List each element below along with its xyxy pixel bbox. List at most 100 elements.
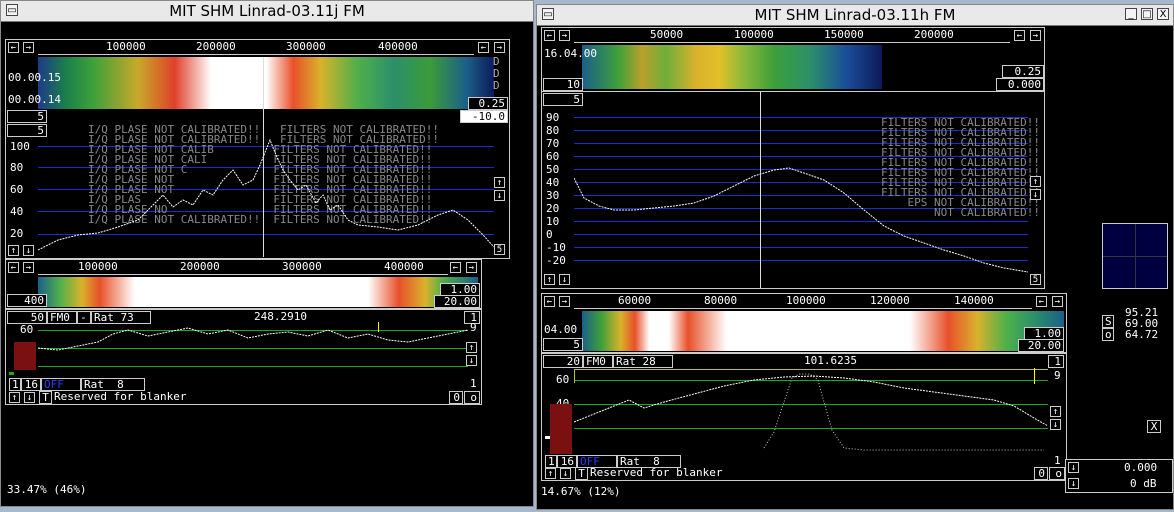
right-wide-spectrum-trace <box>574 167 1028 273</box>
waterfall-gain-field[interactable]: 0.25 <box>468 97 508 110</box>
spectrum-scroll-up-icon[interactable]: ↑ <box>544 274 555 285</box>
left-hires-waterfall[interactable] <box>38 277 478 307</box>
y-tick-label: 0 <box>546 228 553 241</box>
baseband-frequency: 248.2910 <box>254 310 307 323</box>
hires-right-arrow-icon[interactable]: → <box>559 296 570 307</box>
window-menu-icon[interactable]: ▭ <box>542 8 554 20</box>
right-titlebar[interactable]: ▭ MIT SHM Linrad-03.11h FM _ □ X <box>537 5 1173 26</box>
ruler-left-arrow-icon[interactable]: ← <box>8 42 19 53</box>
freq-tick-label: 150000 <box>824 28 864 41</box>
left-wide-waterfall[interactable] <box>38 57 494 109</box>
blanker-zero[interactable]: 0 <box>1034 467 1048 480</box>
corner-box[interactable]: 5 <box>1030 274 1041 285</box>
blanker-o[interactable]: o <box>1049 467 1065 480</box>
rat-field[interactable]: Rat 28 <box>613 355 673 368</box>
bandwidth-field[interactable]: 20 <box>543 355 583 368</box>
ctrl-b[interactable]: 16 <box>21 378 41 391</box>
right-cpu-status: 14.67% (12%) <box>541 485 621 498</box>
close-button[interactable]: X <box>1157 8 1169 20</box>
hires-end-left-arrow-icon[interactable]: ← <box>450 262 461 273</box>
right-wide-waterfall[interactable] <box>582 45 882 89</box>
divider <box>542 91 1044 92</box>
blanker-t-button[interactable]: T <box>39 391 52 404</box>
tuning-marker[interactable] <box>760 91 761 288</box>
minimize-button[interactable]: _ <box>1125 8 1137 20</box>
hires-right-arrow-icon[interactable]: → <box>23 262 34 273</box>
right-hires-graph: ← → ← → 60000 80000 100000 120000 140000… <box>541 293 1067 353</box>
blanker-label: Reserved for blanker <box>590 466 723 479</box>
left-titlebar[interactable]: ▭ MIT SHM Linrad-03.11j FM <box>1 1 533 22</box>
ruler-end-right-arrow-icon[interactable]: → <box>494 42 505 53</box>
channel-field[interactable]: 1 <box>1048 355 1064 368</box>
y-tick-label: 40 <box>546 176 560 189</box>
waterfall-gain-field[interactable]: 0.25 <box>1002 65 1044 78</box>
ctrl-b[interactable]: 16 <box>557 455 577 468</box>
hires-time-label: 04.00 <box>544 323 578 336</box>
baseband-marker[interactable] <box>378 322 379 332</box>
volume-down-arrow-icon[interactable]: ↓ <box>1068 478 1079 489</box>
baseband-up-arrow-icon[interactable]: ↑ <box>1050 406 1061 417</box>
hires-left-field[interactable]: 400 <box>7 294 47 307</box>
hires-left-arrow-icon[interactable]: ← <box>8 262 19 273</box>
spectrum-up-arrow-icon[interactable]: ↑ <box>494 177 505 188</box>
ruler-end-left-arrow-icon[interactable]: ← <box>1014 30 1025 41</box>
waterfall-avg-field[interactable]: 5 <box>543 93 583 106</box>
ctrl-a[interactable]: 1 <box>9 378 21 391</box>
spectrum-scroll-down-icon[interactable]: ↓ <box>559 274 570 285</box>
baseband-right-num: 9 <box>1054 369 1061 382</box>
blanker-down-arrow-icon[interactable]: ↓ <box>560 468 571 479</box>
spectrum-down-arrow-icon[interactable]: ↓ <box>1030 189 1041 200</box>
hires-left-field[interactable]: 5 <box>543 338 583 351</box>
hires-end-left-arrow-icon[interactable]: ← <box>1036 296 1047 307</box>
ctrl-a[interactable]: 1 <box>545 455 557 468</box>
baseband-down-arrow-icon[interactable]: ↓ <box>1050 419 1061 430</box>
volume-up-arrow-icon[interactable]: ↓ <box>1068 462 1079 473</box>
baseband-down-arrow-icon[interactable]: ↓ <box>466 355 477 366</box>
ruler-right-arrow-icon[interactable]: → <box>559 30 570 41</box>
s-button[interactable]: S <box>1102 315 1114 328</box>
freq-tick-label: 200000 <box>914 28 954 41</box>
freq-tick-label: 300000 <box>286 40 326 53</box>
left-linrad-window: ▭ MIT SHM Linrad-03.11j FM ← → ← → 10000… <box>0 0 534 507</box>
mode-field[interactable]: FM0 <box>583 355 613 368</box>
ctrl1-right: 1 <box>470 377 477 390</box>
mode-sep[interactable]: - <box>77 311 91 324</box>
spectrum-scroll-up-icon[interactable]: ↑ <box>8 245 19 256</box>
s-meter-level <box>545 436 550 439</box>
rat-field[interactable]: Rat 73 <box>91 311 151 324</box>
spectrum-down-arrow-icon[interactable]: ↓ <box>494 190 505 201</box>
y-tick-label: 60 <box>546 150 560 163</box>
blanker-up-arrow-icon[interactable]: ↑ <box>545 468 556 479</box>
ruler-end-left-arrow-icon[interactable]: ← <box>478 42 489 53</box>
waterfall-zero-field[interactable]: -10.0 <box>460 110 508 123</box>
waterfall-avg-field[interactable]: 5 <box>7 110 47 123</box>
ruler-right-arrow-icon[interactable]: → <box>23 42 34 53</box>
blanker-zero[interactable]: 0 <box>449 391 463 404</box>
tuning-marker[interactable] <box>263 57 264 257</box>
blanker-t-button[interactable]: T <box>575 467 588 480</box>
hires-end-right-arrow-icon[interactable]: → <box>1052 296 1063 307</box>
blanker-down-arrow-icon[interactable]: ↓ <box>24 392 35 403</box>
hires-left-arrow-icon[interactable]: ← <box>544 296 555 307</box>
y-tick-label: 30 <box>546 189 560 202</box>
mode-field[interactable]: FM0 <box>47 311 77 324</box>
waterfall-zero-field[interactable]: 0.000 <box>996 78 1044 91</box>
right-hires-waterfall[interactable] <box>582 311 1064 351</box>
spectrum-up-arrow-icon[interactable]: ↑ <box>1030 176 1041 187</box>
close-x-button[interactable]: X <box>1147 420 1161 433</box>
spectrum-scroll-down-icon[interactable]: ↓ <box>23 245 34 256</box>
blanker-up-arrow-icon[interactable]: ↑ <box>9 392 20 403</box>
hires-zero-field[interactable]: 20.00 <box>434 295 480 308</box>
hires-end-right-arrow-icon[interactable]: → <box>466 262 477 273</box>
ruler-end-right-arrow-icon[interactable]: → <box>1030 30 1041 41</box>
scope-v-axis <box>1135 224 1136 288</box>
o-button[interactable]: o <box>1102 328 1114 341</box>
ruler-left-arrow-icon[interactable]: ← <box>544 30 555 41</box>
blanker-o[interactable]: o <box>464 391 480 404</box>
hires-zero-field[interactable]: 20.00 <box>1018 339 1064 352</box>
waterfall-left-field[interactable]: 10 <box>543 78 583 91</box>
corner-box[interactable]: 5 <box>494 244 505 255</box>
baseband-up-arrow-icon[interactable]: ↑ <box>466 342 477 353</box>
maximize-button[interactable]: □ <box>1141 8 1153 20</box>
window-menu-icon[interactable]: ▭ <box>6 4 18 16</box>
